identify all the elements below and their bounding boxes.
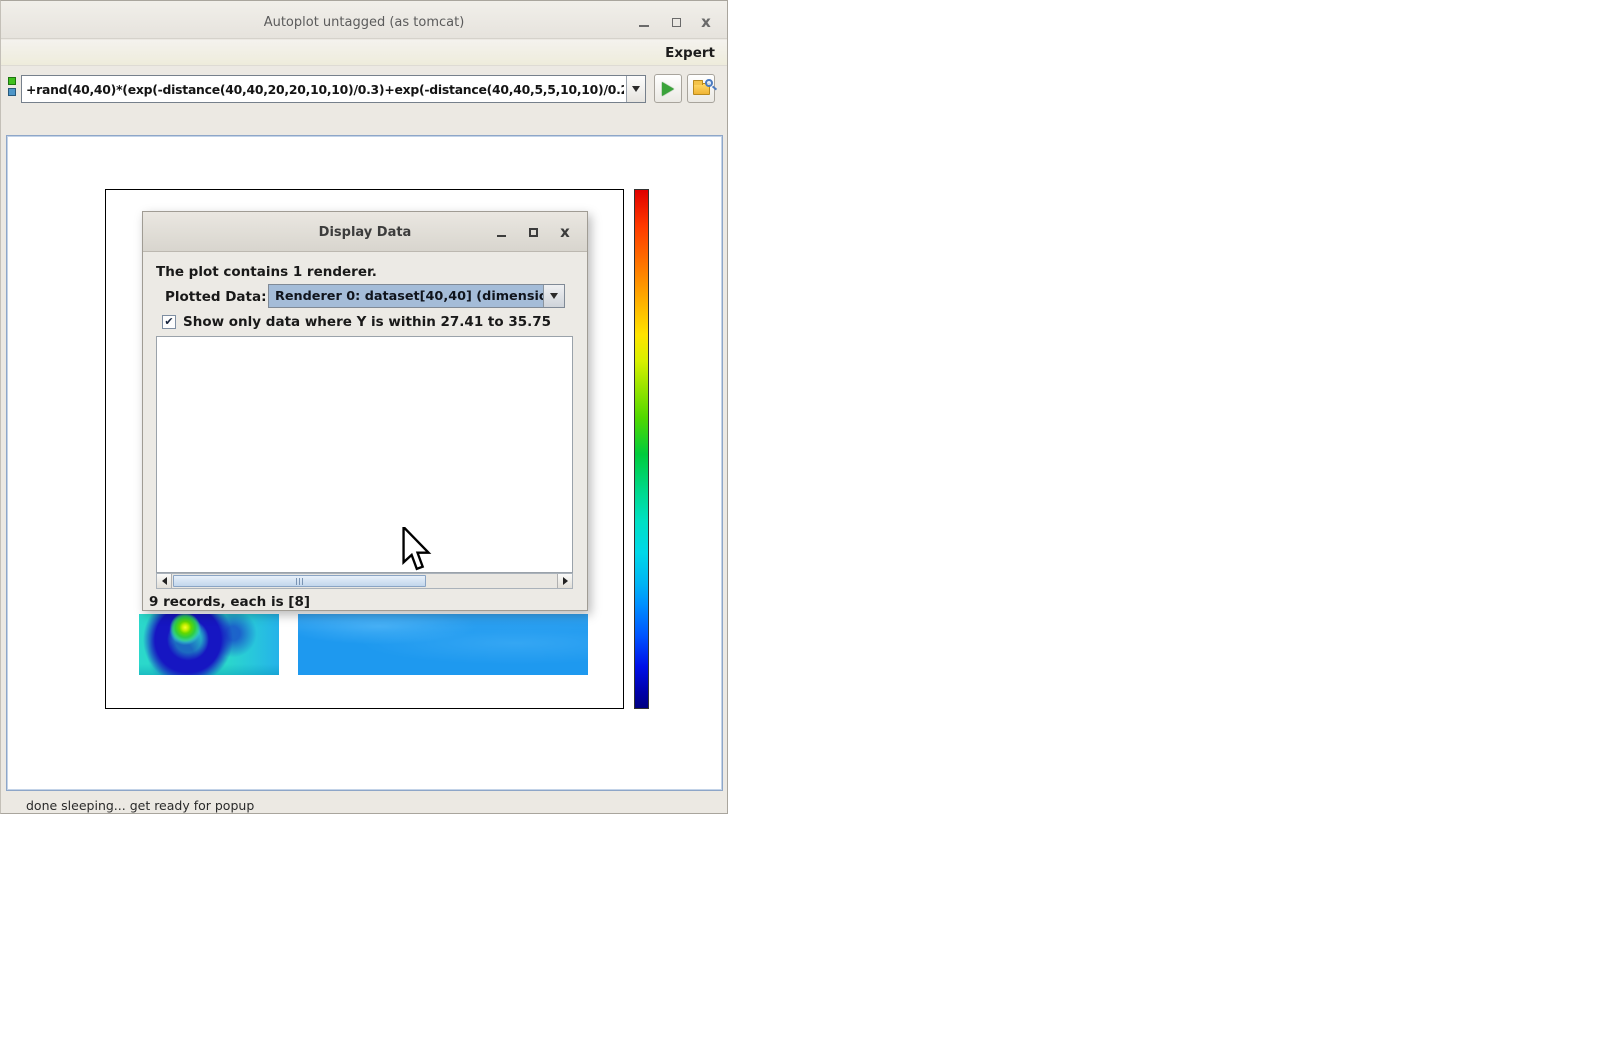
uri-input[interactable]: [22, 76, 626, 102]
status-bar-text: done sleeping... get ready for popup: [26, 798, 254, 813]
window-minimize-button[interactable]: [633, 13, 655, 31]
close-icon: x: [701, 15, 711, 30]
dialog-title: Display Data: [143, 225, 587, 240]
heatmap-strip-left: [139, 614, 279, 675]
plotted-data-combobox[interactable]: Renderer 0: dataset[40,40] (dimension...: [268, 284, 565, 308]
magnifier-icon: [705, 79, 713, 87]
window-title: Autoplot untagged (as tomcat): [1, 15, 727, 30]
filter-y-checkbox[interactable]: ✔: [162, 315, 176, 329]
play-icon: [662, 82, 674, 96]
display-data-dialog: Display Data x The plot contains 1 rende…: [142, 211, 588, 611]
window-titlebar[interactable]: Autoplot untagged (as tomcat) x: [1, 1, 727, 39]
arrow-left-icon: [162, 577, 167, 585]
renderer-count-text: The plot contains 1 renderer.: [156, 264, 377, 280]
uri-dropdown-button[interactable]: [626, 76, 645, 102]
plotted-data-value: Renderer 0: dataset[40,40] (dimension...: [269, 285, 543, 307]
dialog-minimize-button[interactable]: [491, 224, 511, 240]
horizontal-scrollbar[interactable]: [156, 573, 573, 589]
plot-go-button[interactable]: [654, 74, 682, 103]
window-close-button[interactable]: x: [695, 13, 717, 31]
minimize-icon: [497, 235, 506, 237]
blue-square-icon: [8, 88, 16, 96]
menu-expert[interactable]: Expert: [665, 45, 715, 61]
data-table-viewport[interactable]: [156, 336, 573, 573]
menubar: Expert: [1, 40, 727, 66]
folder-search-icon: [693, 83, 710, 95]
green-square-icon: [8, 77, 16, 85]
minimize-icon: [639, 25, 649, 27]
thumb-grip-icon: [296, 578, 303, 585]
scroll-left-button[interactable]: [157, 574, 172, 588]
maximize-icon: [529, 228, 538, 237]
arrow-right-icon: [563, 577, 568, 585]
uri-bar-row: [1, 67, 727, 111]
colorbar[interactable]: [634, 189, 649, 709]
autoplot-window: Autoplot untagged (as tomcat) x Expert: [0, 0, 728, 814]
dialog-titlebar[interactable]: Display Data x: [143, 212, 587, 252]
mouse-cursor: [402, 527, 436, 577]
records-summary: 9 records, each is [8]: [149, 594, 310, 610]
combo-dropdown-button[interactable]: [543, 285, 564, 307]
chevron-down-icon: [632, 86, 640, 92]
screenshot-stage: Autoplot untagged (as tomcat) x Expert: [0, 0, 1600, 1050]
filter-y-label: Show only data where Y is within 27.41 t…: [183, 314, 551, 330]
plotted-data-label: Plotted Data:: [165, 289, 267, 305]
close-icon: x: [560, 225, 570, 240]
chevron-down-icon: [550, 293, 558, 299]
dialog-close-button[interactable]: x: [555, 224, 575, 240]
scrollbar-thumb[interactable]: [173, 575, 426, 587]
dialog-maximize-button[interactable]: [523, 224, 543, 240]
uri-combobox: [21, 75, 646, 103]
inspect-uri-button[interactable]: [687, 74, 715, 103]
window-maximize-button[interactable]: [665, 13, 687, 31]
scroll-right-button[interactable]: [557, 574, 572, 588]
heatmap-strip-right: [298, 614, 588, 675]
datasource-type-icon: [8, 77, 18, 99]
maximize-icon: [672, 18, 681, 27]
